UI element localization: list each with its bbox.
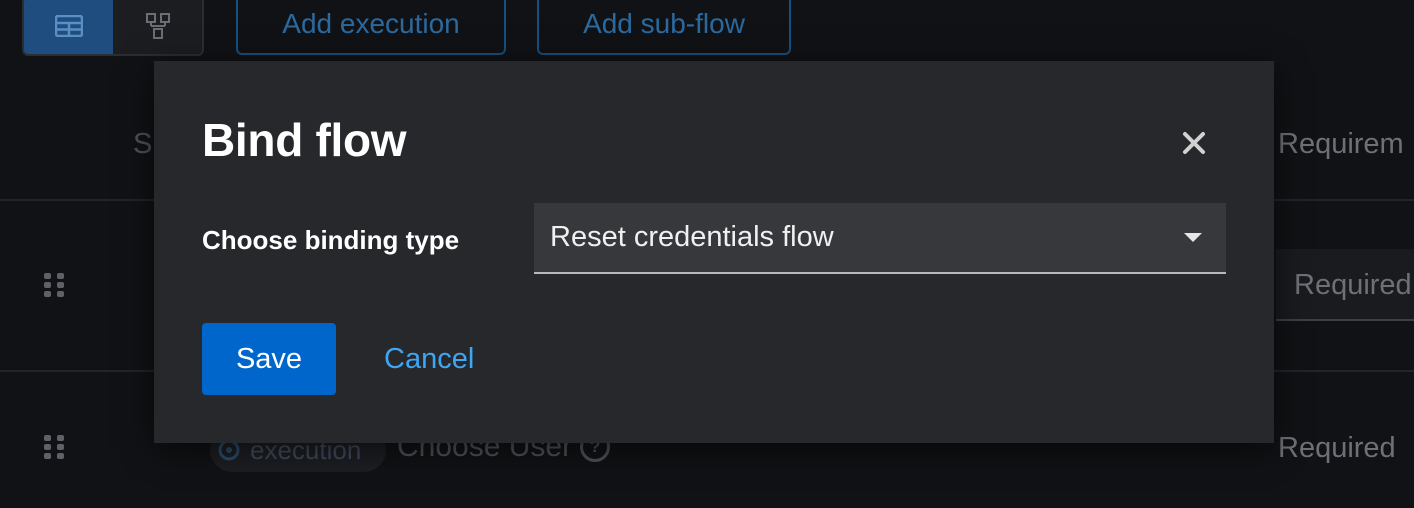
- binding-type-select[interactable]: Reset credentials flow: [534, 203, 1226, 274]
- table-view-toggle[interactable]: [24, 0, 113, 54]
- diagram-view-toggle[interactable]: [113, 0, 202, 54]
- save-button[interactable]: Save: [202, 323, 336, 395]
- drag-handle-icon[interactable]: [44, 273, 64, 297]
- table-header-requirement: Requirem: [1278, 128, 1404, 160]
- binding-type-value: Reset credentials flow: [550, 221, 834, 253]
- drag-handle-icon[interactable]: [44, 435, 64, 459]
- binding-type-label: Choose binding type: [202, 225, 460, 255]
- view-toggle-group: [22, 0, 204, 56]
- add-sub-flow-button[interactable]: Add sub-flow: [537, 0, 791, 55]
- caret-down-icon: [1184, 233, 1202, 242]
- add-execution-button[interactable]: Add execution: [236, 0, 506, 55]
- close-icon: [1183, 132, 1205, 154]
- page: Add execution Add sub-flow S Requirem Re…: [0, 0, 1414, 508]
- diagram-view-icon: [145, 13, 170, 39]
- bind-flow-modal: Bind flow Choose binding type Reset cred…: [154, 61, 1274, 443]
- table-header-step: S: [133, 128, 153, 160]
- cancel-button[interactable]: Cancel: [384, 323, 474, 395]
- requirement-value: Required: [1278, 432, 1396, 464]
- requirement-select[interactable]: Required: [1276, 249, 1414, 321]
- close-button[interactable]: [1180, 129, 1208, 157]
- table-view-icon: [54, 15, 83, 37]
- modal-title: Bind flow: [202, 114, 407, 166]
- requirement-select-value: Required: [1294, 269, 1412, 301]
